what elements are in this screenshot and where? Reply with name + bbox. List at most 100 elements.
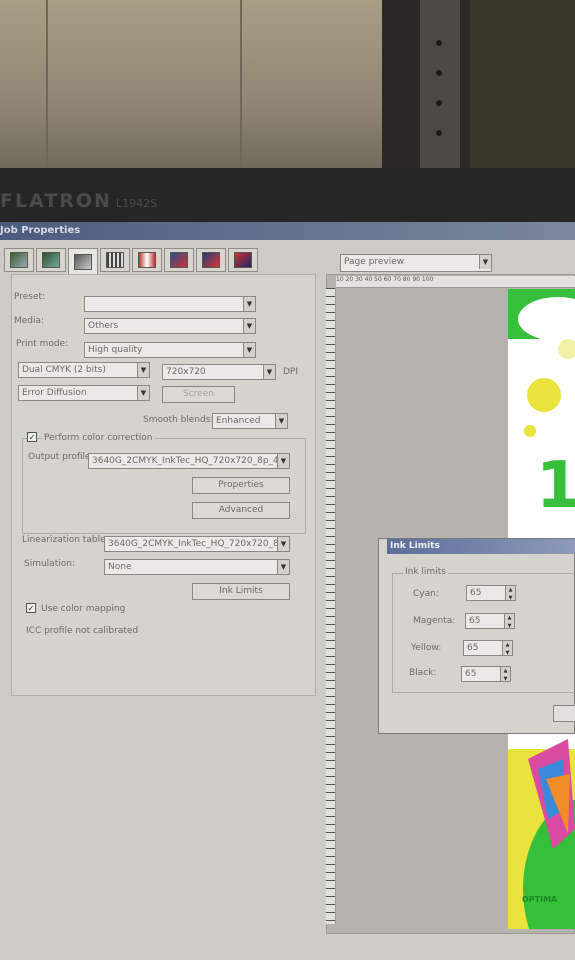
artwork-dot bbox=[527, 378, 561, 412]
dithering-value: Error Diffusion bbox=[22, 388, 87, 398]
resolution-select[interactable]: 720x720 ▼ bbox=[162, 364, 276, 380]
magenta-value: 65 bbox=[469, 616, 481, 626]
print-mode-select[interactable]: High quality ▼ bbox=[84, 342, 256, 358]
output-profile-value: 3640G_2CMYK_InkTec_HQ_720x720_8p_4l bbox=[92, 456, 282, 466]
ink-limits-group-label: Ink limits bbox=[403, 567, 448, 577]
vertical-ruler bbox=[326, 288, 336, 924]
image-icon bbox=[170, 252, 188, 268]
magenta-label: Magenta: bbox=[413, 616, 456, 626]
smooth-blends-value: Enhanced bbox=[216, 416, 261, 426]
wall-seam bbox=[240, 0, 242, 175]
color-icon bbox=[74, 253, 92, 270]
screen-button[interactable]: Screen bbox=[162, 386, 235, 403]
marks-icon bbox=[138, 252, 156, 268]
rack-hole bbox=[436, 100, 442, 106]
chevron-down-icon: ▼ bbox=[243, 319, 255, 333]
cut-icon bbox=[202, 252, 220, 268]
tab-strip bbox=[4, 248, 258, 274]
ruler-labels: 10 20 30 40 50 60 70 80 90 100 bbox=[336, 276, 434, 283]
rack-hole bbox=[436, 40, 442, 46]
chevron-down-icon: ▼ bbox=[243, 343, 255, 357]
tab-4[interactable] bbox=[100, 248, 130, 272]
brand-name: FLATRON bbox=[0, 190, 112, 212]
media-label: Media: bbox=[14, 316, 45, 326]
ink-limits-dialog: Ink Limits Ink limits Cyan: 65 ▲ ▼ Magenta… bbox=[378, 538, 575, 734]
black-label: Black: bbox=[409, 668, 437, 678]
cyan-value: 65 bbox=[470, 588, 482, 598]
tab-7[interactable] bbox=[196, 248, 226, 272]
magenta-input[interactable]: 65 ▲ ▼ bbox=[465, 613, 515, 629]
dithering-select[interactable]: Error Diffusion ▼ bbox=[18, 385, 150, 401]
yellow-input[interactable]: 65 ▲ ▼ bbox=[463, 640, 513, 656]
simulation-value: None bbox=[108, 562, 132, 572]
chevron-down-icon: ▼ bbox=[275, 414, 287, 428]
linearization-select[interactable]: 3640G_2CMYK_InkTec_HQ_720x720_8p ▼ bbox=[104, 536, 290, 552]
artwork-dot bbox=[558, 339, 575, 359]
ink-limits-title: Ink Limits bbox=[387, 539, 575, 554]
artwork-dot bbox=[524, 425, 536, 437]
linearization-value: 3640G_2CMYK_InkTec_HQ_720x720_8p bbox=[108, 539, 285, 549]
spinner-arrows-icon[interactable]: ▲ ▼ bbox=[502, 641, 512, 655]
preset-select[interactable]: ▼ bbox=[84, 296, 256, 312]
black-input[interactable]: 65 ▲ ▼ bbox=[461, 666, 511, 682]
linearization-label: Linearization table: bbox=[22, 535, 109, 545]
cyan-input[interactable]: 65 ▲ ▼ bbox=[466, 585, 516, 601]
simulation-label: Simulation: bbox=[24, 559, 75, 569]
use-color-mapping-checkbox[interactable]: ✓ bbox=[26, 603, 36, 613]
advanced-button[interactable]: Advanced bbox=[192, 502, 290, 519]
icc-status-text: ICC profile not calibrated bbox=[26, 626, 139, 636]
color-mode-value: Dual CMYK (2 bits) bbox=[22, 365, 106, 375]
ok-button[interactable] bbox=[553, 705, 575, 722]
tab-8[interactable] bbox=[228, 248, 258, 272]
spinner-arrows-icon[interactable]: ▲ ▼ bbox=[505, 586, 515, 600]
chevron-down-icon: ▼ bbox=[243, 297, 255, 311]
media-select[interactable]: Others ▼ bbox=[84, 318, 256, 334]
chevron-down-icon: ▼ bbox=[137, 386, 149, 400]
smooth-blends-select[interactable]: Enhanced ▼ bbox=[212, 413, 288, 429]
chevron-down-icon: ▼ bbox=[277, 454, 289, 468]
wall-seam bbox=[46, 0, 48, 175]
brush-icon bbox=[234, 252, 252, 268]
yellow-value: 65 bbox=[467, 643, 479, 653]
screen: Job Properties Preset: ▼ Media: Others ▼ … bbox=[0, 222, 575, 960]
rack-hole bbox=[436, 130, 442, 136]
preview-mode-value: Page preview bbox=[344, 257, 405, 267]
ink-limits-button[interactable]: Ink Limits bbox=[192, 583, 290, 600]
artwork-number: 1 bbox=[536, 449, 575, 523]
black-value: 65 bbox=[465, 669, 477, 679]
rack-hole bbox=[436, 70, 442, 76]
chevron-down-icon: ▼ bbox=[277, 537, 289, 551]
monitor-brand: FLATRON L1942S bbox=[0, 190, 157, 212]
printer-icon bbox=[10, 252, 28, 268]
color-mode-select[interactable]: Dual CMYK (2 bits) ▼ bbox=[18, 362, 150, 378]
tab-5[interactable] bbox=[132, 248, 162, 272]
properties-button[interactable]: Properties bbox=[192, 477, 290, 494]
artwork-logo: OPTIMA bbox=[522, 895, 558, 904]
perform-color-correction-label: Perform color correction bbox=[42, 433, 155, 443]
horizontal-ruler: 10 20 30 40 50 60 70 80 90 100 bbox=[336, 276, 575, 288]
model-name: L1942S bbox=[115, 197, 158, 210]
simulation-select[interactable]: None ▼ bbox=[104, 559, 290, 575]
tab-1[interactable] bbox=[4, 248, 34, 272]
preset-label: Preset: bbox=[14, 292, 46, 302]
spinner-arrows-icon[interactable]: ▲ ▼ bbox=[504, 614, 514, 628]
cyan-label: Cyan: bbox=[413, 589, 439, 599]
print-mode-value: High quality bbox=[88, 345, 143, 355]
output-profile-select[interactable]: 3640G_2CMYK_InkTec_HQ_720x720_8p_4l ▼ bbox=[88, 453, 290, 469]
media-value: Others bbox=[88, 321, 119, 331]
tab-3[interactable] bbox=[68, 248, 98, 274]
tab-6[interactable] bbox=[164, 248, 194, 272]
smooth-blends-label: Smooth blends: bbox=[143, 415, 214, 425]
chevron-down-icon: ▼ bbox=[263, 365, 275, 379]
spinner-arrows-icon[interactable]: ▲ ▼ bbox=[500, 667, 510, 681]
chevron-down-icon: ▼ bbox=[277, 560, 289, 574]
rack-post bbox=[420, 0, 460, 175]
resolution-value: 720x720 bbox=[166, 367, 206, 377]
preview-mode-select[interactable]: Page preview ▼ bbox=[340, 254, 492, 272]
tab-2[interactable] bbox=[36, 248, 66, 272]
yellow-label: Yellow: bbox=[411, 643, 442, 653]
grid-icon bbox=[106, 252, 124, 268]
window-titlebar: Job Properties bbox=[0, 222, 575, 240]
perform-color-correction-checkbox[interactable]: ✓ bbox=[27, 432, 37, 442]
chevron-down-icon: ▼ bbox=[137, 363, 149, 377]
